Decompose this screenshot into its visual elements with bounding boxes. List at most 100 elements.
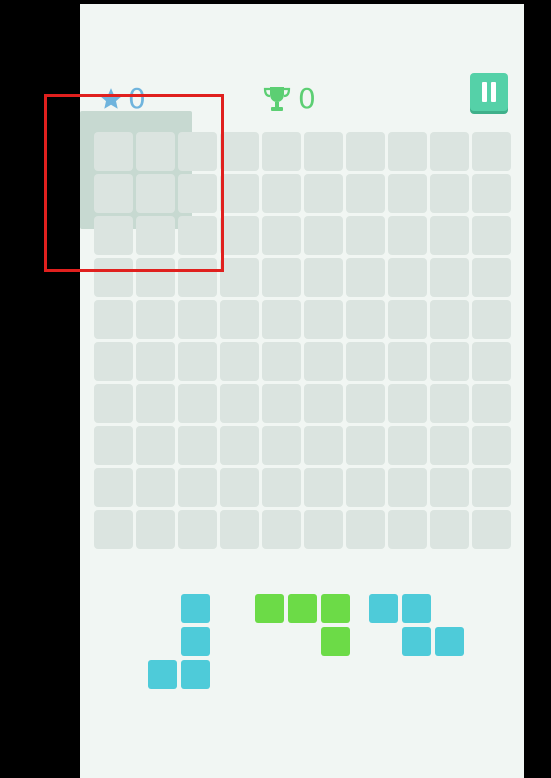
- board-cell[interactable]: [220, 300, 259, 339]
- board-cell[interactable]: [178, 300, 217, 339]
- board-cell[interactable]: [304, 258, 343, 297]
- board-cell[interactable]: [388, 174, 427, 213]
- board-cell[interactable]: [346, 384, 385, 423]
- board-cell[interactable]: [220, 258, 259, 297]
- board-cell[interactable]: [388, 216, 427, 255]
- piece-block: [402, 594, 431, 623]
- board-cell[interactable]: [430, 384, 469, 423]
- board-cell[interactable]: [304, 468, 343, 507]
- board-cell[interactable]: [262, 258, 301, 297]
- board-cell[interactable]: [430, 174, 469, 213]
- board-cell[interactable]: [304, 510, 343, 549]
- board-cell[interactable]: [430, 132, 469, 171]
- board-cell[interactable]: [94, 468, 133, 507]
- board-cell[interactable]: [304, 132, 343, 171]
- board-cell[interactable]: [220, 174, 259, 213]
- board-cell[interactable]: [178, 426, 217, 465]
- board-cell[interactable]: [262, 468, 301, 507]
- board-cell[interactable]: [304, 342, 343, 381]
- board-cell[interactable]: [136, 384, 175, 423]
- board-cell[interactable]: [388, 300, 427, 339]
- board-cell[interactable]: [304, 300, 343, 339]
- board-cell[interactable]: [220, 510, 259, 549]
- board-cell[interactable]: [94, 300, 133, 339]
- board-cell[interactable]: [94, 426, 133, 465]
- board-cell[interactable]: [472, 468, 511, 507]
- board-cell[interactable]: [136, 300, 175, 339]
- pause-button[interactable]: [470, 73, 508, 111]
- piece-block: [181, 660, 210, 689]
- board-cell[interactable]: [346, 216, 385, 255]
- piece-block: [435, 627, 464, 656]
- board-cell[interactable]: [262, 384, 301, 423]
- board-cell[interactable]: [262, 342, 301, 381]
- board-cell[interactable]: [346, 174, 385, 213]
- piece-block: [255, 594, 284, 623]
- board-cell[interactable]: [304, 174, 343, 213]
- board-cell[interactable]: [304, 426, 343, 465]
- board-cell[interactable]: [472, 342, 511, 381]
- board-cell[interactable]: [136, 468, 175, 507]
- board-cell[interactable]: [346, 426, 385, 465]
- board-cell[interactable]: [220, 216, 259, 255]
- board-cell[interactable]: [388, 258, 427, 297]
- board-cell[interactable]: [388, 468, 427, 507]
- board-cell[interactable]: [346, 258, 385, 297]
- board-cell[interactable]: [430, 216, 469, 255]
- board-cell[interactable]: [178, 384, 217, 423]
- board-cell[interactable]: [346, 300, 385, 339]
- board-cell[interactable]: [94, 510, 133, 549]
- board-cell[interactable]: [472, 216, 511, 255]
- board-cell[interactable]: [220, 468, 259, 507]
- board-cell[interactable]: [472, 300, 511, 339]
- board-cell[interactable]: [346, 468, 385, 507]
- board-cell[interactable]: [430, 258, 469, 297]
- board-cell[interactable]: [304, 384, 343, 423]
- board-cell[interactable]: [472, 510, 511, 549]
- board-cell[interactable]: [430, 426, 469, 465]
- board-cell[interactable]: [262, 426, 301, 465]
- board-cell[interactable]: [220, 342, 259, 381]
- board-cell[interactable]: [304, 216, 343, 255]
- board-cell[interactable]: [472, 426, 511, 465]
- board-cell[interactable]: [220, 384, 259, 423]
- board-cell[interactable]: [262, 132, 301, 171]
- board-cell[interactable]: [346, 510, 385, 549]
- board-cell[interactable]: [472, 132, 511, 171]
- board-cell[interactable]: [388, 342, 427, 381]
- board-cell[interactable]: [136, 510, 175, 549]
- board-cell[interactable]: [472, 384, 511, 423]
- board-cell[interactable]: [388, 132, 427, 171]
- board-cell[interactable]: [472, 174, 511, 213]
- board-cell[interactable]: [94, 384, 133, 423]
- selection-highlight: [44, 94, 224, 272]
- board-cell[interactable]: [178, 510, 217, 549]
- board-cell[interactable]: [388, 510, 427, 549]
- board-cell[interactable]: [220, 132, 259, 171]
- board-cell[interactable]: [346, 342, 385, 381]
- piece-block: [181, 594, 210, 623]
- board-cell[interactable]: [178, 468, 217, 507]
- board-cell[interactable]: [262, 510, 301, 549]
- piece-block: [321, 627, 350, 656]
- piece-block: [181, 627, 210, 656]
- piece-block: [148, 660, 177, 689]
- piece-block: [288, 594, 317, 623]
- board-cell[interactable]: [220, 426, 259, 465]
- board-cell[interactable]: [262, 216, 301, 255]
- board-cell[interactable]: [472, 258, 511, 297]
- piece-block: [402, 627, 431, 656]
- board-cell[interactable]: [94, 342, 133, 381]
- board-cell[interactable]: [178, 342, 217, 381]
- board-cell[interactable]: [262, 300, 301, 339]
- board-cell[interactable]: [346, 132, 385, 171]
- board-cell[interactable]: [430, 342, 469, 381]
- board-cell[interactable]: [430, 300, 469, 339]
- board-cell[interactable]: [136, 342, 175, 381]
- board-cell[interactable]: [262, 174, 301, 213]
- board-cell[interactable]: [430, 510, 469, 549]
- board-cell[interactable]: [136, 426, 175, 465]
- board-cell[interactable]: [388, 384, 427, 423]
- board-cell[interactable]: [388, 426, 427, 465]
- board-cell[interactable]: [430, 468, 469, 507]
